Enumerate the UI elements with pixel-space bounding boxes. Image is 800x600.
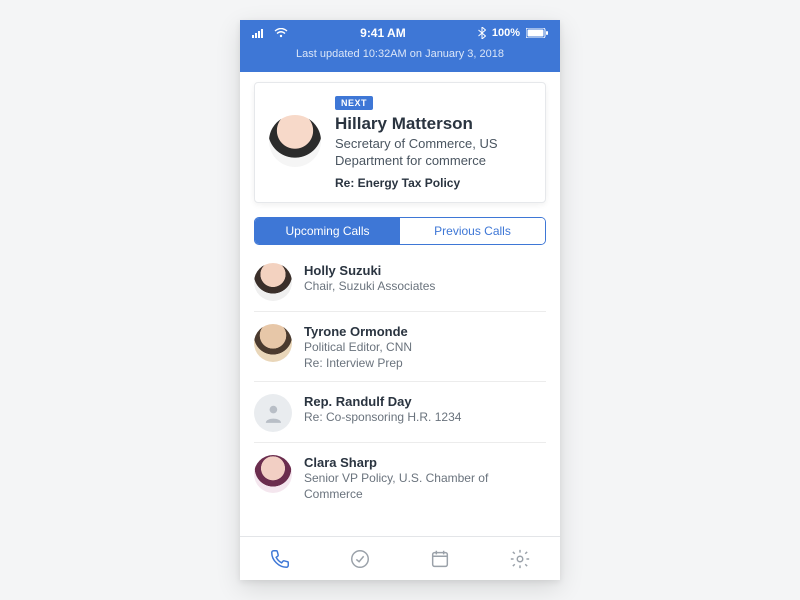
list-item[interactable]: Rep. Randulf Day Re: Co-sponsoring H.R. … (254, 382, 546, 443)
battery-percent: 100% (492, 27, 520, 39)
bottom-tab-bar (240, 536, 560, 580)
wifi-icon (274, 28, 288, 38)
call-name: Rep. Randulf Day (304, 394, 461, 409)
status-time: 9:41 AM (288, 26, 478, 40)
tab-completed[interactable] (346, 545, 374, 573)
avatar (254, 324, 292, 362)
avatar (254, 263, 292, 301)
tab-previous[interactable]: Previous Calls (400, 218, 545, 244)
call-name: Clara Sharp (304, 455, 546, 470)
call-name: Tyrone Ormonde (304, 324, 412, 339)
next-call-card[interactable]: NEXT Hillary Matterson Secretary of Comm… (254, 82, 546, 203)
list-item[interactable]: Holly Suzuki Chair, Suzuki Associates (254, 251, 546, 312)
tab-calendar[interactable] (426, 545, 454, 573)
list-item[interactable]: Tyrone Ormonde Political Editor, CNN Re:… (254, 312, 546, 382)
person-placeholder-icon (262, 402, 285, 425)
battery-icon (526, 28, 548, 38)
signal-icon (252, 28, 268, 38)
gear-icon (509, 548, 531, 570)
call-subject: Re: Co-sponsoring H.R. 1234 (304, 409, 461, 425)
list-item[interactable]: Clara Sharp Senior VP Policy, U.S. Chamb… (254, 443, 546, 512)
header: 9:41 AM 100% Last updated 10:32AM on Jan… (240, 20, 560, 72)
next-badge: NEXT (335, 96, 373, 110)
call-list: Holly Suzuki Chair, Suzuki Associates Ty… (254, 251, 546, 513)
calendar-icon (429, 548, 451, 570)
avatar (254, 394, 292, 432)
check-circle-icon (349, 548, 371, 570)
content: NEXT Hillary Matterson Secretary of Comm… (240, 72, 560, 536)
call-subtitle: Political Editor, CNN (304, 339, 412, 355)
call-subtitle: Senior VP Policy, U.S. Chamber of Commer… (304, 470, 546, 502)
call-tabs: Upcoming Calls Previous Calls (254, 217, 546, 245)
call-name: Holly Suzuki (304, 263, 435, 278)
next-call-subject: Re: Energy Tax Policy (335, 176, 531, 190)
tab-upcoming[interactable]: Upcoming Calls (255, 218, 400, 244)
avatar (269, 115, 321, 167)
avatar (254, 455, 292, 493)
tab-calls[interactable] (266, 545, 294, 573)
bluetooth-icon (478, 27, 486, 39)
next-call-name: Hillary Matterson (335, 114, 531, 134)
last-updated-label: Last updated 10:32AM on January 3, 2018 (240, 44, 560, 62)
next-call-title: Secretary of Commerce, US Department for… (335, 136, 531, 170)
tab-settings[interactable] (506, 545, 534, 573)
call-subtitle: Chair, Suzuki Associates (304, 278, 435, 294)
call-subject: Re: Interview Prep (304, 355, 412, 371)
status-bar: 9:41 AM 100% (240, 20, 560, 44)
phone-icon (269, 548, 291, 570)
phone-frame: 9:41 AM 100% Last updated 10:32AM on Jan… (240, 20, 560, 580)
